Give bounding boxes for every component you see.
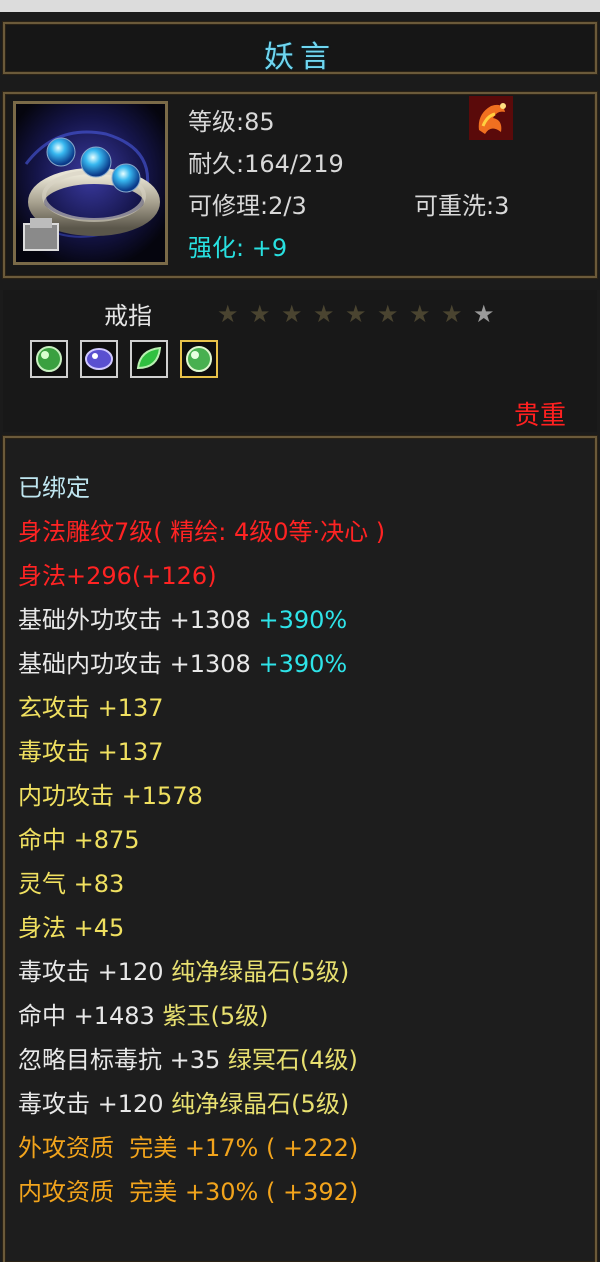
base-int-atk-pct: +390% — [258, 650, 348, 678]
base-int-atk: 基础内功攻击 +1308 — [18, 650, 251, 678]
gem-bonus-1-name: 纯净绿晶石(5级) — [171, 958, 350, 986]
gem-bonus-4-name: 纯净绿晶石(5级) — [171, 1090, 350, 1118]
int-atk-line: 内功攻击 +1578 — [18, 782, 203, 810]
star-filled-icon: ★ — [345, 300, 367, 328]
item-type: 戒指 — [104, 302, 152, 330]
star-filled-icon: ★ — [409, 300, 431, 328]
gem-slot-4[interactable] — [180, 340, 218, 378]
base-ext-atk: 基础外功攻击 +1308 — [18, 606, 251, 634]
item-level: 等级:85 — [188, 108, 275, 136]
spirit-line: 灵气 +83 — [18, 870, 125, 898]
star-filled-icon: ★ — [441, 300, 463, 328]
gem-bonus-2-stat: 命中 +1483 — [18, 1002, 155, 1030]
hit-line: 命中 +875 — [18, 826, 140, 854]
star-filled-icon: ★ — [281, 300, 303, 328]
gem-slot-1[interactable] — [30, 340, 68, 378]
base-ext-atk-pct: +390% — [258, 606, 348, 634]
poison-atk-line: 毒攻击 +137 — [18, 738, 164, 766]
item-repairable: 可修理:2/3 — [188, 192, 307, 220]
agility-total-line: 身法+296(+126) — [18, 562, 217, 590]
agility-line: 身法 +45 — [18, 914, 125, 942]
ext-quality-line: 外攻资质 完美 +17% ( +222) — [18, 1134, 359, 1162]
item-icon-frame[interactable] — [13, 101, 168, 265]
gem-bonus-2: 命中 +1483 紫玉(5级) — [18, 1001, 268, 1031]
gem-slot-2[interactable] — [80, 340, 118, 378]
bound-status: 已绑定 — [18, 474, 90, 502]
star-empty-icon: ★ — [473, 300, 495, 328]
gem-bonus-4-stat: 毒攻击 +120 — [18, 1090, 164, 1118]
gem-bonus-3-stat: 忽略目标毒抗 +35 — [18, 1046, 221, 1074]
gem-slot-3[interactable] — [130, 340, 168, 378]
gem-bonus-1-stat: 毒攻击 +120 — [18, 958, 164, 986]
class-emblem-icon — [469, 96, 513, 140]
xuan-atk-line: 玄攻击 +137 — [18, 694, 164, 722]
gem-bonus-3-name: 绿冥石(4级) — [227, 1046, 358, 1074]
green-gem-icon — [186, 346, 212, 372]
gem-bonus-4: 毒攻击 +120 纯净绿晶石(5级) — [18, 1089, 349, 1119]
item-rewash: 可重洗:3 — [414, 192, 510, 220]
int-quality-line: 内攻资质 完美 +30% ( +392) — [18, 1178, 359, 1206]
star-filled-icon: ★ — [249, 300, 271, 328]
green-leaf-gem-icon — [136, 346, 162, 370]
title-panel: 妖言 — [3, 22, 597, 75]
star-filled-icon: ★ — [313, 300, 335, 328]
engrave-line: 身法雕纹7级( 精绘: 4级0等·决心 ) — [18, 518, 386, 546]
gem-bonus-2-name: 紫玉(5级) — [162, 1002, 269, 1030]
ring-icon — [16, 104, 165, 262]
base-int-atk-line: 基础内功攻击 +1308 +390% — [18, 649, 347, 679]
window-top-edge — [0, 0, 600, 12]
gem-bonus-1: 毒攻击 +120 纯净绿晶石(5级) — [18, 957, 349, 987]
star-filled-icon: ★ — [377, 300, 399, 328]
rarity-label: 贵重 — [513, 401, 566, 431]
item-durability: 耐久:164/219 — [188, 150, 344, 178]
base-ext-atk-line: 基础外功攻击 +1308 +390% — [18, 605, 347, 635]
gem-bonus-3: 忽略目标毒抗 +35 绿冥石(4级) — [18, 1045, 358, 1075]
star-filled-icon: ★ — [217, 300, 239, 328]
purple-gem-icon — [85, 348, 113, 370]
item-name: 妖言 — [264, 40, 336, 75]
green-gem-icon — [36, 346, 62, 372]
item-enhance: 强化: +9 — [188, 234, 288, 262]
